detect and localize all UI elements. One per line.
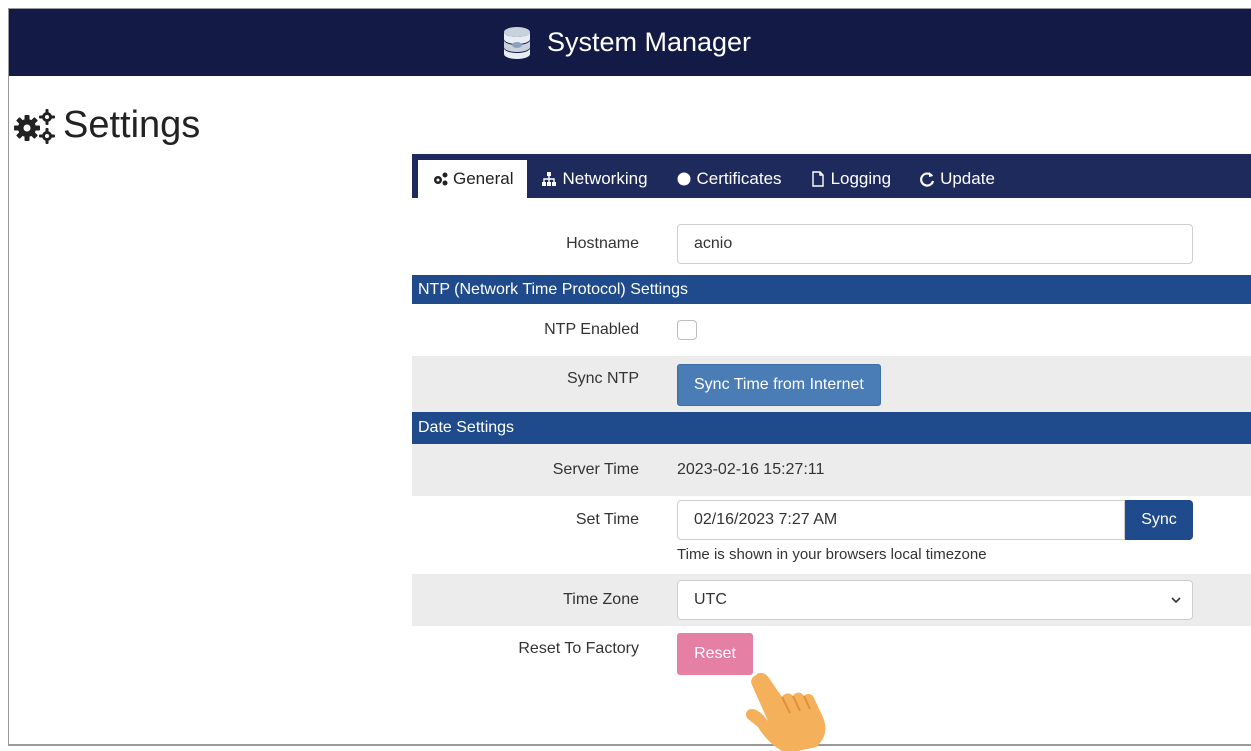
date-section-header: Date Settings xyxy=(412,412,1251,444)
tab-general[interactable]: General xyxy=(418,160,528,198)
refresh-icon xyxy=(920,172,935,187)
time-zone-row: Time Zone UTC xyxy=(412,574,1251,626)
sync-ntp-label: Sync NTP xyxy=(566,370,639,387)
app-brand: System Manager xyxy=(499,25,751,61)
set-time-input[interactable]: 02/16/2023 7:27 AM xyxy=(677,500,1125,540)
ntp-enabled-row: NTP Enabled xyxy=(412,304,1251,356)
set-time-label: Set Time xyxy=(575,511,639,528)
app-window: System Manager Settings General Networki… xyxy=(8,8,1251,746)
sync-button[interactable]: Sync xyxy=(1125,500,1193,540)
app-title: System Manager xyxy=(546,27,752,57)
set-time-row: Set Time 02/16/2023 7:27 AM Sync Time is… xyxy=(412,496,1251,574)
tab-networking[interactable]: Networking xyxy=(527,160,661,198)
set-time-group: 02/16/2023 7:27 AM Sync xyxy=(677,500,1193,540)
tab-bar: General Networking Certificates Logging … xyxy=(412,154,1251,198)
server-time-label: Server Time xyxy=(552,461,639,478)
tab-label: General xyxy=(453,169,514,188)
reset-label: Reset To Factory xyxy=(518,640,639,657)
settings-panel: General Networking Certificates Logging … xyxy=(412,154,1251,714)
hostname-label: Hostname xyxy=(566,235,639,252)
gears-icon xyxy=(434,172,448,186)
time-zone-value: UTC xyxy=(694,591,727,608)
tab-logging[interactable]: Logging xyxy=(796,160,906,198)
time-zone-label: Time Zone xyxy=(563,591,639,608)
hostname-input[interactable]: acnio xyxy=(677,224,1193,264)
hostname-row: Hostname acnio xyxy=(412,213,1251,275)
page-title: Settings xyxy=(63,104,201,146)
file-icon xyxy=(811,171,824,187)
sync-time-from-internet-button[interactable]: Sync Time from Internet xyxy=(677,364,881,406)
ntp-enabled-label: NTP Enabled xyxy=(544,321,639,338)
sitemap-icon xyxy=(542,172,557,186)
tab-update[interactable]: Update xyxy=(905,160,1009,198)
chevron-down-icon xyxy=(1171,597,1181,604)
tab-label: Logging xyxy=(830,169,892,188)
reset-button[interactable]: Reset xyxy=(677,633,753,675)
database-icon xyxy=(503,26,530,59)
tab-label: Update xyxy=(940,169,995,188)
certificate-icon xyxy=(677,172,691,186)
top-bar: System Manager xyxy=(9,9,1251,76)
sync-ntp-row: Sync NTP Sync Time from Internet xyxy=(412,356,1251,412)
gears-icon xyxy=(14,108,55,144)
page-heading: Settings xyxy=(11,104,200,147)
server-time-value: 2023-02-16 15:27:11 xyxy=(677,461,825,478)
ntp-section-header: NTP (Network Time Protocol) Settings xyxy=(412,275,1251,304)
reset-row: Reset To Factory Reset xyxy=(412,626,1251,686)
tab-label: Networking xyxy=(562,169,648,188)
tab-certificates[interactable]: Certificates xyxy=(662,160,796,198)
ntp-enabled-checkbox[interactable] xyxy=(677,320,697,340)
server-time-row: Server Time 2023-02-16 15:27:11 xyxy=(412,444,1251,496)
time-zone-select[interactable]: UTC xyxy=(677,580,1193,620)
timezone-help-text: Time is shown in your browsers local tim… xyxy=(677,546,987,563)
tab-label: Certificates xyxy=(696,169,782,188)
